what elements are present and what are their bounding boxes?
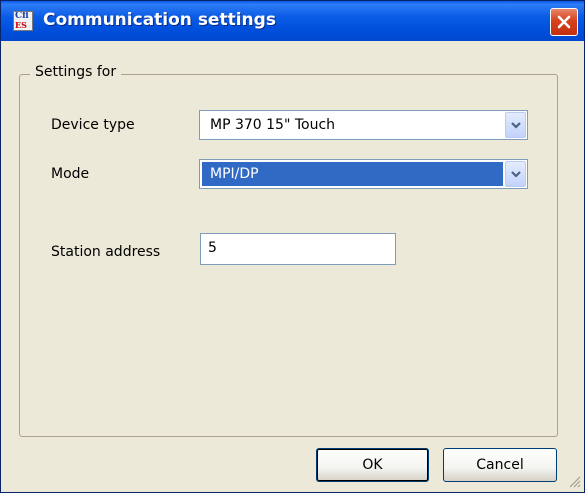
device-type-combobox[interactable]: MP 370 15" Touch — [199, 110, 528, 140]
icon-text-bottom: ES — [15, 20, 27, 30]
mode-dropdown-button[interactable] — [505, 161, 526, 187]
settings-group-label: Settings for — [30, 64, 122, 80]
close-button[interactable] — [550, 8, 578, 36]
mode-combobox[interactable]: MPI/DP — [199, 159, 528, 189]
chevron-down-icon — [511, 122, 521, 129]
ok-button[interactable]: OK — [316, 448, 429, 482]
mode-label: Mode — [51, 166, 90, 182]
cancel-button[interactable]: Cancel — [443, 448, 557, 482]
chevron-down-icon — [511, 171, 521, 178]
window-title: Communication settings — [43, 10, 276, 30]
title-bar[interactable]: Cfl ES Communication settings — [1, 1, 584, 41]
device-type-label: Device type — [51, 117, 135, 133]
device-type-value: MP 370 15" Touch — [210, 117, 336, 133]
resize-grip-icon[interactable] — [567, 474, 581, 488]
station-address-input[interactable]: 5 — [200, 233, 396, 265]
station-address-label: Station address — [51, 244, 161, 260]
close-icon — [557, 15, 571, 29]
device-type-dropdown-button[interactable] — [505, 112, 526, 138]
mode-value: MPI/DP — [202, 162, 503, 186]
simatic-cfl-icon: Cfl ES — [13, 11, 33, 31]
